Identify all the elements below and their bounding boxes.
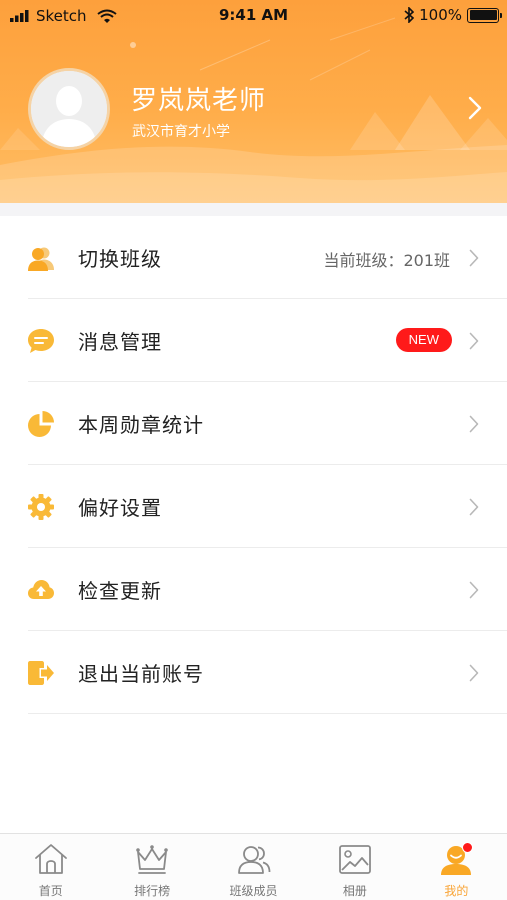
tab-album[interactable]: 相册 [304, 834, 405, 900]
members-icon [237, 846, 270, 874]
menu-label: 切换班级 [78, 247, 162, 271]
pie-chart-icon [28, 411, 54, 437]
chevron-right-icon [469, 415, 479, 433]
chevron-right-icon [469, 498, 479, 516]
cloud-upload-icon [28, 580, 54, 599]
tab-class-members[interactable]: 班级成员 [203, 834, 304, 900]
battery-level [469, 10, 497, 20]
teacher-name: 罗岚岚老师 [131, 86, 267, 116]
new-badge: NEW [395, 328, 452, 352]
chevron-right-icon [469, 581, 479, 599]
battery-percent: 100% [419, 6, 462, 24]
profile-card[interactable]: 罗岚岚老师 武汉市育才小学 [28, 68, 498, 150]
chevron-right-icon [469, 249, 479, 267]
tab-bar: 首页 排行榜 班级成员 相册 我的 [0, 833, 507, 900]
tab-ranking[interactable]: 排行榜 [101, 834, 202, 900]
menu-label: 退出当前账号 [78, 662, 204, 686]
menu-label: 检查更新 [78, 579, 162, 603]
chevron-right-icon[interactable] [468, 96, 482, 120]
chat-bubble-icon [28, 329, 54, 353]
tab-label: 排行榜 [134, 884, 171, 898]
tab-label: 我的 [444, 884, 469, 898]
menu-item-switch-class[interactable]: 切换班级 当前班级：201班 [0, 216, 507, 299]
battery-icon [467, 7, 502, 23]
avatar[interactable] [28, 68, 110, 150]
menu-item-preferences[interactable]: 偏好设置 [0, 465, 507, 548]
logout-icon [28, 661, 54, 685]
home-icon [34, 844, 67, 874]
default-avatar-icon [31, 71, 107, 147]
chevron-right-icon [469, 664, 479, 682]
tab-label: 相册 [342, 884, 367, 898]
tab-label: 班级成员 [229, 884, 278, 898]
tab-mine[interactable]: 我的 [406, 834, 507, 900]
settings-menu: 切换班级 当前班级：201班 消息管理 NEW 本周勋章统计 偏好设置 检查更新… [0, 216, 507, 714]
bluetooth-icon [404, 7, 415, 23]
status-right: 100% [404, 6, 502, 24]
album-icon [339, 845, 371, 874]
menu-item-message-management[interactable]: 消息管理 NEW [0, 299, 507, 382]
crown-icon [136, 845, 168, 874]
profile-header: Sketch 9:41 AM 100% 罗岚岚老师 武汉市育才小学 [0, 0, 507, 203]
gear-icon [28, 494, 54, 520]
users-icon [28, 247, 54, 271]
school-name: 武汉市育才小学 [132, 124, 230, 140]
divider [28, 713, 507, 714]
tab-label: 首页 [38, 884, 63, 898]
tab-home[interactable]: 首页 [0, 834, 101, 900]
menu-item-logout[interactable]: 退出当前账号 [0, 631, 507, 714]
section-separator [0, 203, 507, 216]
menu-label: 消息管理 [78, 330, 162, 354]
chevron-right-icon [469, 332, 479, 350]
menu-item-weekly-medals[interactable]: 本周勋章统计 [0, 382, 507, 465]
menu-item-check-update[interactable]: 检查更新 [0, 548, 507, 631]
menu-label: 本周勋章统计 [78, 413, 204, 437]
current-class-value: 当前班级：201班 [323, 251, 450, 270]
menu-label: 偏好设置 [78, 496, 162, 520]
status-bar: Sketch 9:41 AM 100% [0, 0, 507, 32]
